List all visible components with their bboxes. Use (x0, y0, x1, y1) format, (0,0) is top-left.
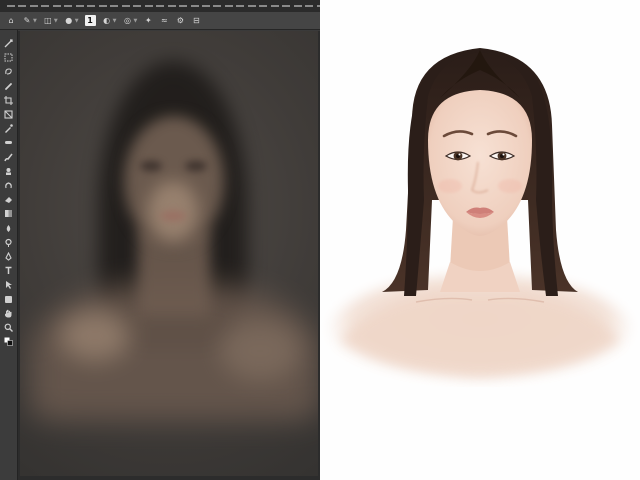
eyedropper-tool-icon[interactable] (3, 123, 14, 134)
brush-tool-icon[interactable] (3, 152, 14, 163)
menu-5[interactable] (52, 3, 62, 9)
menu-12[interactable] (132, 3, 143, 9)
blurred-left-eye (140, 161, 162, 171)
menu-27[interactable] (304, 3, 315, 9)
menu-1[interactable] (6, 3, 17, 9)
opacity-icon[interactable]: ◐ ▼ (102, 15, 116, 27)
canvas-area[interactable] (18, 31, 320, 480)
clone-stamp-tool-icon[interactable] (3, 166, 14, 177)
blurred-shoulder-light (60, 311, 130, 361)
menu-25[interactable] (281, 3, 292, 9)
airbrush-icon[interactable]: ✦ (143, 15, 153, 27)
menu-20[interactable] (224, 3, 234, 9)
document-canvas[interactable] (20, 31, 318, 476)
symmetry-icon[interactable]: ⊟ (191, 15, 201, 27)
image-editor-window: ⌂ ✎ ▼ ◫ ▼ ● ▼ 1 ◐ ▼ ◎ ▼ ✦ ≈ ⚙ ⊟ (0, 0, 320, 480)
menu-bar (0, 0, 320, 12)
healing-brush-tool-icon[interactable] (3, 137, 14, 148)
options-bar: ⌂ ✎ ▼ ◫ ▼ ● ▼ 1 ◐ ▼ ◎ ▼ ✦ ≈ ⚙ ⊟ (0, 12, 320, 30)
blurred-mouth (160, 211, 186, 221)
menu-4[interactable] (40, 3, 51, 9)
menu-23[interactable] (258, 3, 269, 9)
menu-22[interactable] (247, 3, 257, 9)
menu-14[interactable] (155, 3, 166, 9)
crop-tool-icon[interactable] (3, 95, 14, 106)
lasso-tool-icon[interactable] (3, 66, 14, 77)
menu-7[interactable] (75, 3, 85, 9)
result-portrait-photo (320, 0, 640, 480)
zoom-tool-icon[interactable] (3, 322, 14, 333)
eraser-tool-icon[interactable] (3, 194, 14, 205)
smoothing-icon[interactable]: ≈ (159, 15, 169, 27)
menu-26[interactable] (293, 3, 303, 9)
blurred-chest-light (220, 321, 300, 381)
menu-10[interactable] (109, 3, 120, 9)
menu-9[interactable] (98, 3, 108, 9)
menu-16[interactable] (178, 3, 189, 9)
path-select-tool-icon[interactable] (3, 279, 14, 290)
move-tool-icon[interactable] (3, 38, 14, 49)
flow-icon[interactable]: ◎ ▼ (122, 15, 137, 27)
menu-19[interactable] (212, 3, 223, 9)
menu-11[interactable] (121, 3, 131, 9)
marquee-tool-icon[interactable] (3, 52, 14, 63)
dodge-tool-icon[interactable] (3, 237, 14, 248)
settings-gear-icon[interactable]: ⚙ (175, 15, 185, 27)
type-tool-icon[interactable] (3, 265, 14, 276)
brush-dot-icon[interactable]: ● ▼ (64, 15, 78, 27)
quick-select-tool-icon[interactable] (3, 81, 14, 92)
menu-21[interactable] (235, 3, 246, 9)
menu-17[interactable] (190, 3, 200, 9)
shape-tool-icon[interactable] (3, 294, 14, 305)
home-icon[interactable]: ⌂ (6, 15, 16, 27)
portrait-illustration (330, 48, 630, 385)
brush-size-value[interactable]: 1 (84, 15, 96, 26)
blurred-right-eye (185, 161, 207, 171)
brush-size-field[interactable]: 1 (84, 15, 96, 27)
menu-3[interactable] (29, 3, 39, 9)
pen-tool-icon[interactable] (3, 251, 14, 262)
menu-8[interactable] (86, 3, 97, 9)
menu-2[interactable] (17, 3, 28, 9)
mode-icon[interactable]: ◫ ▼ (43, 15, 58, 27)
frame-tool-icon[interactable] (3, 109, 14, 120)
hand-tool-icon[interactable] (3, 308, 14, 319)
color-swatches-icon[interactable] (3, 336, 14, 347)
blur-tool-icon[interactable] (3, 223, 14, 234)
history-brush-tool-icon[interactable] (3, 180, 14, 191)
menu-15[interactable] (167, 3, 177, 9)
menu-24[interactable] (270, 3, 280, 9)
toolbox (0, 30, 18, 480)
menu-13[interactable] (144, 3, 154, 9)
brush-preset-icon[interactable]: ✎ ▼ (22, 15, 37, 27)
menu-6[interactable] (63, 3, 74, 9)
gradient-tool-icon[interactable] (3, 208, 14, 219)
menu-18[interactable] (201, 3, 212, 9)
